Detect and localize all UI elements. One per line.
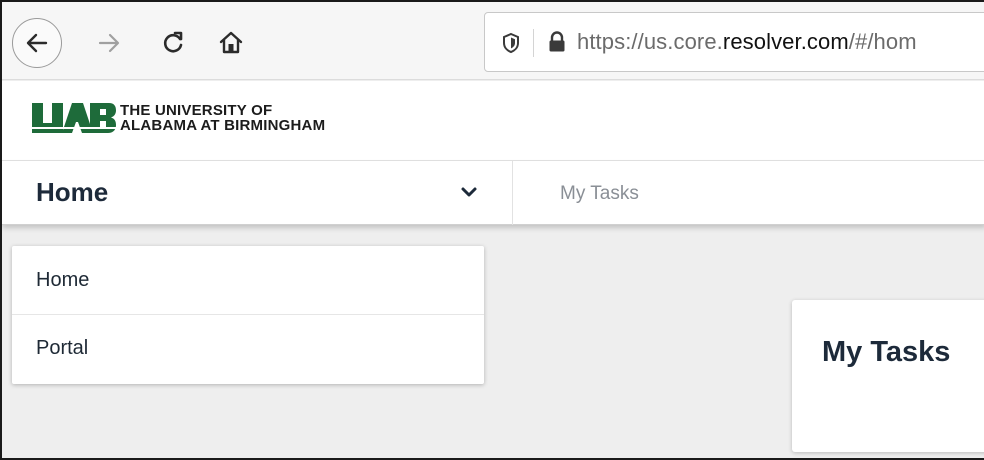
my-tasks-card-title: My Tasks [822, 336, 951, 368]
url-text[interactable]: https://us.core.resolver.com/#/hom [577, 29, 917, 55]
logo-line-1: THE UNIVERSITY OF [120, 102, 273, 119]
url-prefix: https://us.core. [577, 29, 723, 54]
nav-home-selector[interactable]: Home [36, 177, 108, 208]
app-header: THE UNIVERSITY OF ALABAMA AT BIRMINGHAM [2, 81, 984, 161]
logo-line-2: ALABAMA AT BIRMINGHAM [120, 117, 326, 134]
app-nav-bar: Home My Tasks [2, 161, 984, 225]
reload-icon [163, 31, 183, 53]
lock-icon[interactable] [547, 30, 567, 54]
chevron-down-icon[interactable] [460, 183, 478, 201]
forward-button[interactable] [88, 22, 130, 64]
reload-button[interactable] [152, 22, 194, 64]
browser-toolbar: https://us.core.resolver.com/#/hom [2, 2, 984, 80]
nav-divider [512, 161, 513, 225]
uab-logo[interactable]: THE UNIVERSITY OF ALABAMA AT BIRMINGHAM [32, 103, 325, 133]
back-button[interactable] [12, 18, 62, 68]
home-icon [219, 31, 243, 54]
home-button[interactable] [210, 22, 252, 64]
my-tasks-card: My Tasks [792, 300, 984, 452]
screenshot-frame: https://us.core.resolver.com/#/hom THE U… [0, 0, 984, 460]
tab-my-tasks[interactable]: My Tasks [560, 183, 639, 205]
forward-arrow-icon [98, 33, 120, 53]
logo-text: THE UNIVERSITY OF ALABAMA AT BIRMINGHAM [120, 103, 325, 133]
url-suffix: /#/hom [848, 29, 917, 54]
url-divider [533, 29, 534, 57]
shield-icon[interactable] [501, 32, 521, 54]
uab-logo-mark [32, 103, 116, 133]
dropdown-item-home[interactable]: Home [12, 246, 484, 314]
dropdown-item-portal[interactable]: Portal [12, 314, 484, 382]
back-arrow-icon [26, 33, 48, 53]
url-bar[interactable]: https://us.core.resolver.com/#/hom [484, 12, 984, 72]
url-domain: resolver.com [722, 29, 849, 54]
home-dropdown-menu: Home Portal [12, 246, 484, 384]
